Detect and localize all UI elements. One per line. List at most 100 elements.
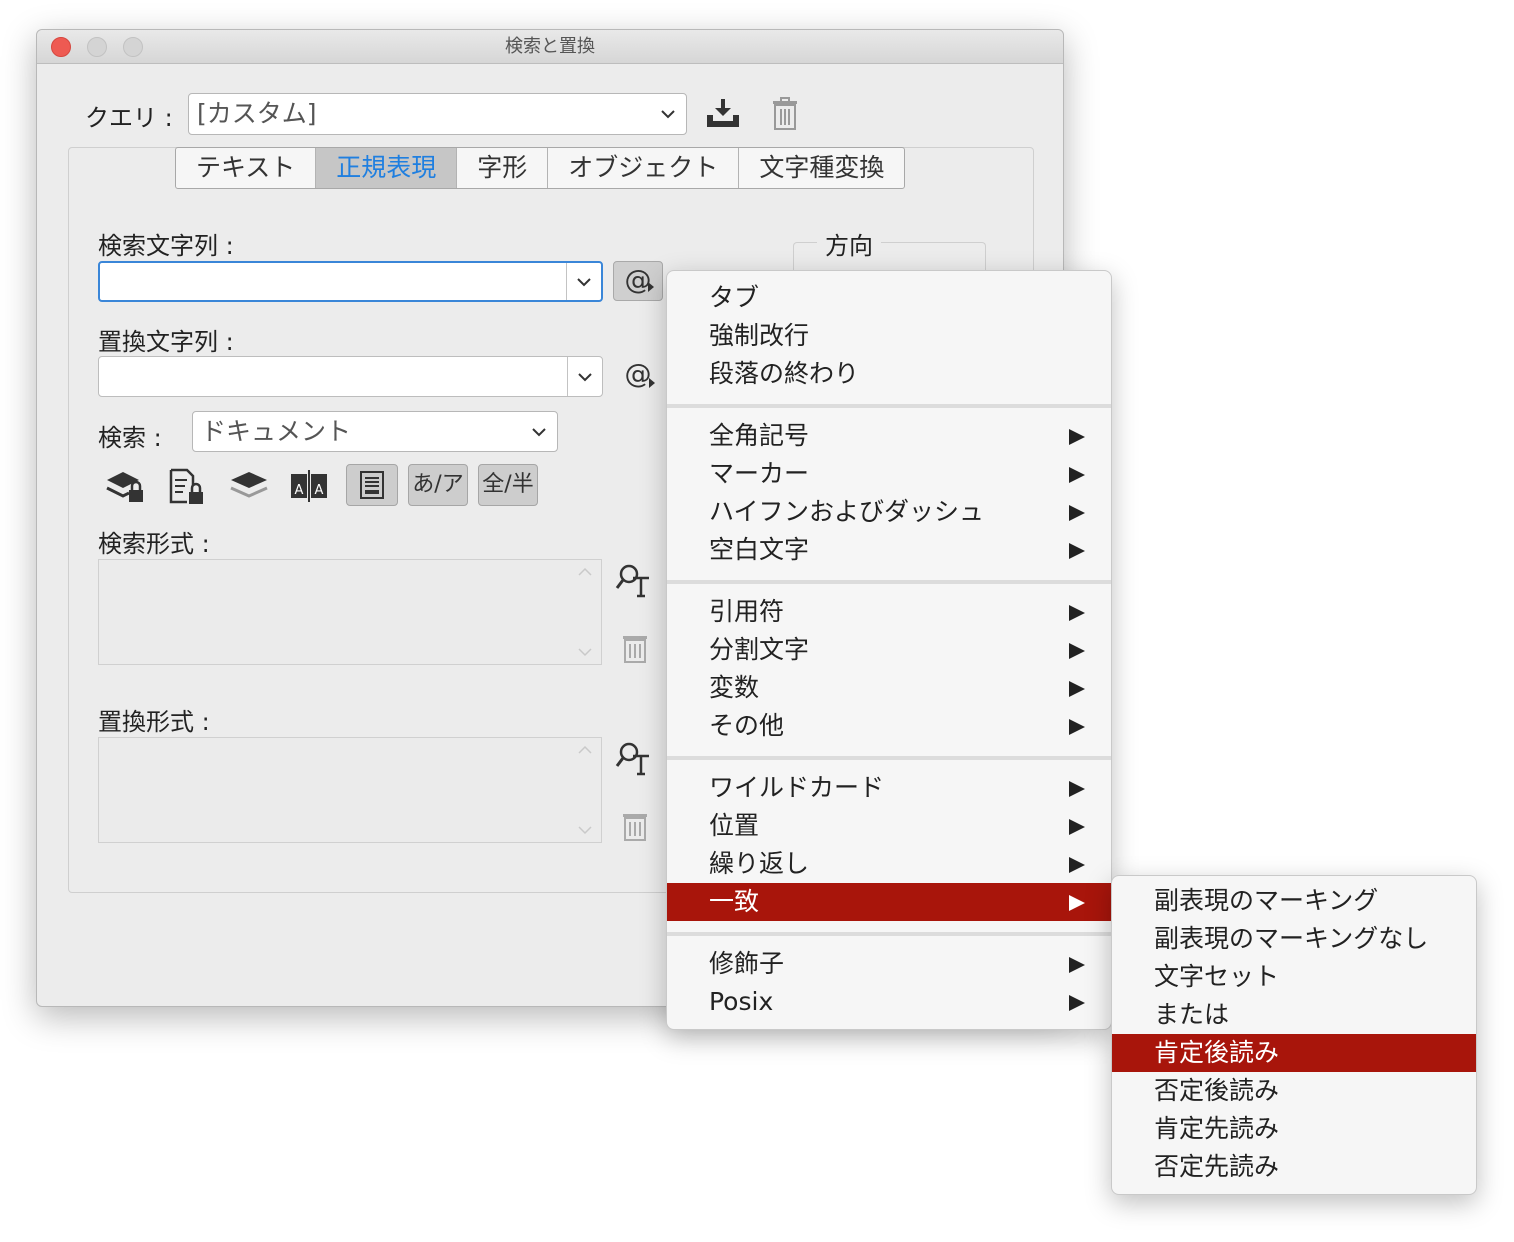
special-characters-menu: タブ 強制改行 段落の終わり 全角記号 マーカー ハイフンおよびダッシュ 空白文… <box>666 270 1112 1030</box>
tab-text[interactable]: テキスト <box>176 148 317 188</box>
combo-divider <box>567 357 568 396</box>
scroll-up-icon[interactable] <box>577 744 593 756</box>
query-value: [カスタム] <box>197 99 317 128</box>
submenu-arrow-icon <box>1069 429 1085 445</box>
menu-item-label: 位置 <box>709 811 760 840</box>
find-format-box[interactable] <box>98 559 602 665</box>
menu-item-label: 副表現のマーキング <box>1154 886 1379 915</box>
menu-item-match[interactable]: 一致 <box>667 883 1111 921</box>
submenu-arrow-icon <box>1069 995 1085 1011</box>
search-scope-value: ドキュメント <box>201 417 352 446</box>
find-what-input[interactable] <box>98 261 603 302</box>
scroll-down-icon[interactable] <box>577 824 593 836</box>
include-master-pages-icon[interactable]: A A <box>287 464 331 508</box>
submenu-arrow-icon <box>1069 895 1085 911</box>
menu-item-tab[interactable]: タブ <box>667 279 1111 317</box>
menu-item-forced-line-break[interactable]: 強制改行 <box>667 317 1111 355</box>
submenu-item-non-marking-subexpression[interactable]: 副表現のマーキングなし <box>1112 920 1476 958</box>
menu-item-label: ハイフンおよびダッシュ <box>709 497 985 526</box>
combo-divider <box>566 263 567 300</box>
submenu-arrow-icon <box>1069 643 1085 659</box>
direction-label: 方向 <box>817 226 881 261</box>
specify-find-format-icon[interactable] <box>615 562 651 598</box>
scroll-up-icon[interactable] <box>577 566 593 578</box>
width-sensitive-button[interactable]: 全/半 <box>478 464 538 506</box>
submenu-arrow-icon <box>1069 857 1085 873</box>
find-special-characters-button[interactable]: @ <box>613 261 663 301</box>
save-query-icon[interactable] <box>705 97 741 129</box>
menu-item-end-of-paragraph[interactable]: 段落の終わり <box>667 355 1111 393</box>
menu-item-markers[interactable]: マーカー <box>667 455 1111 493</box>
menu-item-variable[interactable]: 変数 <box>667 669 1111 707</box>
menu-item-label: タブ <box>709 283 760 312</box>
menu-item-label: 否定先読み <box>1154 1152 1280 1181</box>
menu-item-hyphens-dashes[interactable]: ハイフンおよびダッシュ <box>667 493 1111 531</box>
menu-item-label: 肯定先読み <box>1154 1114 1280 1143</box>
scroll-down-icon[interactable] <box>577 646 593 658</box>
submenu-arrow-icon <box>1069 957 1085 973</box>
chevron-down-icon[interactable] <box>575 367 595 387</box>
submenu-item-or[interactable]: または <box>1112 996 1476 1034</box>
menu-separator <box>667 404 1111 408</box>
search-scope-select[interactable]: ドキュメント <box>192 411 558 452</box>
menu-item-label: 全角記号 <box>709 421 810 450</box>
include-hidden-layers-icon[interactable] <box>227 464 271 508</box>
menu-item-quotation-marks[interactable]: 引用符 <box>667 593 1111 631</box>
trash-icon[interactable] <box>771 97 799 131</box>
menu-separator <box>667 580 1111 584</box>
menu-item-break-character[interactable]: 分割文字 <box>667 631 1111 669</box>
submenu-item-positive-lookahead[interactable]: 肯定先読み <box>1112 1110 1476 1148</box>
submenu-item-character-set[interactable]: 文字セット <box>1112 958 1476 996</box>
menu-item-label: または <box>1154 1000 1230 1029</box>
kana-sensitive-button[interactable]: あ/ア <box>408 464 468 506</box>
menu-item-label: 分割文字 <box>709 635 810 664</box>
menu-item-modifiers[interactable]: 修飾子 <box>667 945 1111 983</box>
menu-item-posix[interactable]: Posix <box>667 983 1111 1021</box>
menu-item-label: 引用符 <box>709 597 785 626</box>
include-footnotes-button[interactable] <box>346 464 398 506</box>
menu-item-white-space[interactable]: 空白文字 <box>667 531 1111 569</box>
submenu-arrow-icon <box>1069 467 1085 483</box>
menu-item-other[interactable]: その他 <box>667 707 1111 745</box>
change-special-characters-button[interactable]: @ <box>613 356 663 396</box>
title-bar[interactable]: 検索と置換 <box>37 30 1063 64</box>
menu-item-label: 肯定後読み <box>1154 1038 1280 1067</box>
tab-bar: テキスト 正規表現 字形 オブジェクト 文字種変換 <box>175 147 906 189</box>
menu-item-label: 否定後読み <box>1154 1076 1280 1105</box>
chevron-down-icon[interactable] <box>574 272 594 292</box>
clear-find-format-icon[interactable] <box>617 630 653 666</box>
change-format-box[interactable] <box>98 737 602 843</box>
menu-item-wildcards[interactable]: ワイルドカード <box>667 769 1111 807</box>
tab-grep[interactable]: 正規表現 <box>316 148 458 188</box>
change-to-label: 置換文字列 : <box>98 328 234 356</box>
tab-transliterate[interactable]: 文字種変換 <box>739 148 904 188</box>
tab-glyph[interactable]: 字形 <box>457 148 549 188</box>
menu-item-label: 文字セット <box>1154 962 1280 991</box>
menu-item-repeat[interactable]: 繰り返し <box>667 845 1111 883</box>
menu-triangle-icon <box>649 378 655 388</box>
tab-object[interactable]: オブジェクト <box>548 148 740 188</box>
menu-item-label: 繰り返し <box>709 849 810 878</box>
submenu-arrow-icon <box>1069 543 1085 559</box>
menu-item-label: Posix <box>709 987 774 1016</box>
submenu-arrow-icon <box>1069 605 1085 621</box>
menu-item-symbols[interactable]: 全角記号 <box>667 417 1111 455</box>
submenu-item-positive-lookbehind[interactable]: 肯定後読み <box>1112 1034 1476 1072</box>
specify-change-format-icon[interactable] <box>615 740 651 776</box>
submenu-item-negative-lookahead[interactable]: 否定先読み <box>1112 1148 1476 1186</box>
submenu-item-negative-lookbehind[interactable]: 否定後読み <box>1112 1072 1476 1110</box>
change-format-label: 置換形式 : <box>98 708 210 736</box>
clear-change-format-icon[interactable] <box>617 808 653 844</box>
menu-item-label: マーカー <box>709 459 810 488</box>
menu-separator <box>667 756 1111 760</box>
include-locked-stories-icon[interactable] <box>165 464 209 508</box>
query-select[interactable]: [カスタム] <box>188 93 687 135</box>
menu-separator <box>667 932 1111 936</box>
submenu-item-marking-subexpression[interactable]: 副表現のマーキング <box>1112 882 1476 920</box>
include-locked-layers-icon[interactable] <box>103 464 147 508</box>
change-to-input[interactable] <box>98 356 603 397</box>
query-label: クエリ : <box>85 104 173 132</box>
svg-text:A: A <box>315 483 324 498</box>
menu-item-locations[interactable]: 位置 <box>667 807 1111 845</box>
menu-item-label: 強制改行 <box>709 321 810 350</box>
